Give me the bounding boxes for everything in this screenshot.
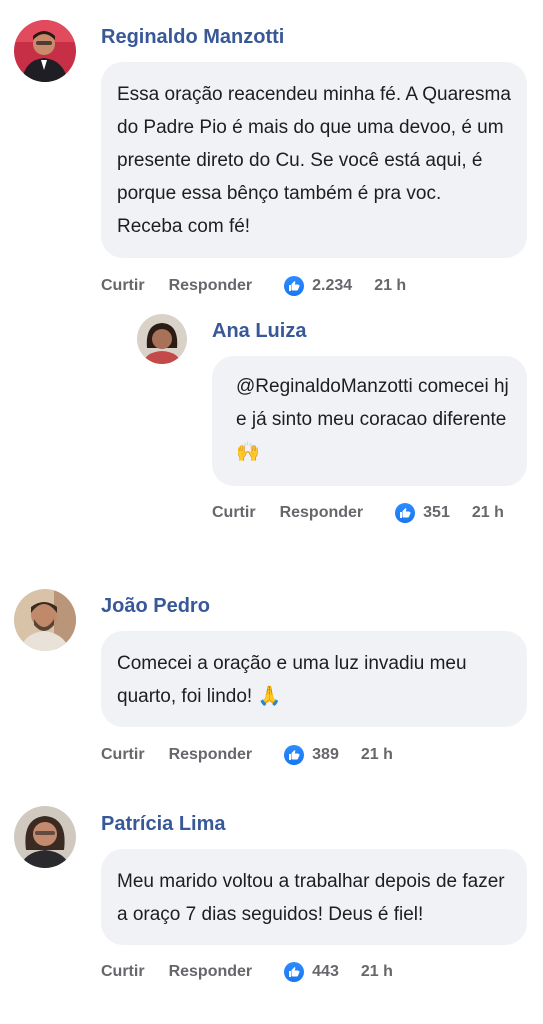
- comment-text: Meu marido voltou a trabalhar depois de …: [117, 871, 505, 925]
- comment-author[interactable]: Patrícia Lima: [101, 813, 226, 836]
- timestamp[interactable]: 21 h: [361, 963, 393, 981]
- like-button[interactable]: Curtir: [101, 277, 145, 295]
- reaction-count[interactable]: 351: [395, 503, 450, 523]
- like-count: 443: [312, 963, 339, 980]
- like-count: 2.234: [312, 277, 353, 294]
- thumbs-up-icon: [395, 503, 416, 523]
- reply-button[interactable]: Responder: [169, 277, 253, 295]
- comment-bubble: Comecei a oração e uma luz invadiu meu q…: [101, 631, 527, 727]
- comment-actions: Curtir Responder 443 21 h: [101, 962, 393, 982]
- comment-bubble: Meu marido voltou a trabalhar depois de …: [101, 849, 527, 945]
- avatar[interactable]: [137, 314, 187, 364]
- thumbs-up-icon: [284, 962, 305, 982]
- reply-button[interactable]: Responder: [169, 963, 253, 981]
- like-button[interactable]: Curtir: [212, 504, 256, 522]
- comment-bubble: Essa oração reacendeu minha fé. A Quares…: [101, 62, 527, 258]
- reaction-count[interactable]: 2.234: [284, 276, 352, 296]
- avatar[interactable]: [14, 20, 76, 82]
- timestamp[interactable]: 21 h: [472, 504, 504, 522]
- timestamp[interactable]: 21 h: [374, 277, 406, 295]
- reaction-count[interactable]: 443: [284, 962, 339, 982]
- reaction-count[interactable]: 389: [284, 745, 339, 765]
- comment-actions: Curtir Responder 389 21 h: [101, 745, 393, 765]
- like-count: 389: [312, 746, 339, 763]
- avatar[interactable]: [14, 806, 76, 868]
- avatar[interactable]: [14, 589, 76, 651]
- thumbs-up-icon: [284, 745, 305, 765]
- reply-button[interactable]: Responder: [280, 504, 364, 522]
- comment-author[interactable]: João Pedro: [101, 595, 210, 618]
- comment-actions: Curtir Responder 2.234 21 h: [101, 276, 406, 296]
- reply-button[interactable]: Responder: [169, 746, 253, 764]
- comment-text: Essa oração reacendeu minha fé. A Quares…: [117, 84, 511, 237]
- comment-text: Comecei a oração e uma luz invadiu meu q…: [117, 653, 467, 707]
- timestamp[interactable]: 21 h: [361, 746, 393, 764]
- like-button[interactable]: Curtir: [101, 963, 145, 981]
- like-button[interactable]: Curtir: [101, 746, 145, 764]
- comment-author[interactable]: Reginaldo Manzotti: [101, 26, 284, 49]
- comment-actions: Curtir Responder 351 21 h: [212, 503, 504, 523]
- thumbs-up-icon: [284, 276, 305, 296]
- comment-bubble: @ReginaldoManzotti comecei hj e já sinto…: [212, 356, 527, 486]
- like-count: 351: [423, 504, 450, 521]
- comment-text: @ReginaldoManzotti comecei hj e já sinto…: [236, 376, 509, 463]
- comment-author[interactable]: Ana Luiza: [212, 320, 306, 343]
